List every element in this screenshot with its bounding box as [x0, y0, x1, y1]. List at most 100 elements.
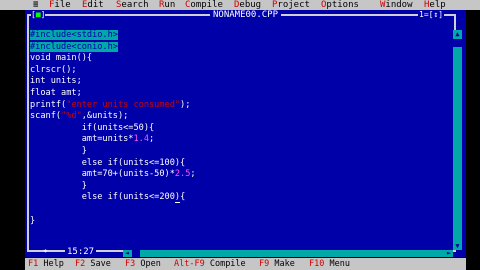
code-token: ; — [149, 134, 155, 145]
status-f1-help[interactable]: F1 Help — [28, 258, 64, 270]
code-token: else if(units<=200 — [30, 192, 175, 203]
window-title-bar: NONAME00.CPP — [25, 10, 466, 20]
code-token: #include<conio.h> — [30, 41, 118, 52]
code-token: } — [30, 145, 87, 156]
menu-search-label: earch — [121, 0, 149, 10]
cursor-position: 15:27 — [65, 247, 97, 257]
status-f2-save[interactable]: F2 Save — [75, 258, 111, 270]
code-line[interactable]: } — [30, 216, 450, 228]
code-token: void main(){ — [30, 53, 93, 64]
close-bracket-right: ] — [40, 10, 46, 19]
menu-edit-label: dit — [87, 0, 104, 10]
menu-debug[interactable]: Debug — [234, 0, 261, 10]
modified-indicator: * — [43, 248, 48, 257]
menu-file[interactable]: File — [49, 0, 71, 10]
code-line[interactable]: } — [30, 181, 450, 193]
code-line[interactable]: #include<conio.h> — [30, 41, 450, 54]
menu-file-label: ile — [54, 0, 71, 10]
menu-options-label: ptions — [326, 0, 359, 10]
code-line[interactable]: if(units<=50){ — [30, 123, 450, 135]
menu-search[interactable]: Search — [116, 0, 149, 10]
scroll-right-arrow-icon[interactable]: ► — [445, 250, 453, 257]
code-token: float amt; — [30, 87, 82, 98]
code-token: clrscr(); — [30, 64, 77, 75]
menu-compile-label: ompile — [190, 0, 223, 10]
menu-compile[interactable]: Compile — [185, 0, 223, 10]
vertical-scroll-thumb[interactable] — [453, 39, 462, 47]
status-f2-key: F2 — [75, 259, 86, 269]
code-line[interactable]: #include<stdio.h> — [30, 30, 450, 42]
status-bar: F1 Help F2 Save F3 Open Alt-F9 Compile F… — [25, 258, 466, 270]
status-altf9-compile[interactable]: Alt-F9 Compile — [174, 258, 246, 270]
status-f9-key: F9 — [259, 259, 270, 269]
code-token: #include<stdio.h> — [30, 30, 118, 40]
menu-project[interactable]: Project — [272, 0, 310, 10]
scroll-down-arrow-icon[interactable]: ▼ — [453, 242, 462, 250]
status-f10-menu[interactable]: F10 Menu — [309, 258, 350, 270]
status-f9-label: Make — [269, 259, 295, 269]
menu-options[interactable]: Options — [321, 0, 359, 10]
code-token: int units; — [30, 76, 82, 87]
menu-window-label: indow — [385, 0, 413, 10]
code-token: if(units<=50){ — [30, 122, 155, 133]
status-f3-open[interactable]: F3 Open — [125, 258, 161, 270]
menu-help-label: elp — [429, 0, 446, 10]
code-line[interactable]: clrscr(); — [30, 65, 450, 77]
code-token: } — [30, 215, 36, 226]
scroll-left-arrow-icon[interactable]: ◄ — [123, 250, 131, 257]
code-line[interactable]: } — [30, 146, 450, 158]
menu-run-label: un — [164, 0, 176, 10]
code-token: 2.5 — [174, 169, 191, 180]
status-f1-label: Help — [38, 259, 64, 269]
menu-edit[interactable]: Edit — [82, 0, 104, 10]
code-line[interactable]: int units; — [30, 76, 450, 88]
code-editor[interactable]: #include<stdio.h> #include<conio.h> void m… — [30, 30, 450, 227]
code-line[interactable]: void main(){ — [30, 53, 450, 65]
code-line[interactable] — [30, 204, 450, 216]
status-f3-label: Open — [135, 259, 161, 269]
code-token: "%d" — [61, 111, 82, 122]
code-token: } — [30, 180, 87, 191]
menu-help[interactable]: Help — [424, 0, 446, 10]
window-number-zoom-button[interactable]: 1=[↕] — [418, 10, 445, 20]
menu-window[interactable]: Window — [380, 0, 413, 10]
window-title: NONAME00.CPP — [209, 10, 282, 20]
code-token: ,&units); — [81, 111, 129, 122]
code-line[interactable]: amt=70+(units-50)*2.5; — [30, 169, 450, 181]
status-altf9-label: Compile — [204, 259, 246, 269]
vertical-scrollbar[interactable]: ▲ ▼ — [453, 30, 462, 250]
horizontal-scrollbar[interactable]: ◄ ► — [123, 250, 453, 257]
status-altf9-key: Alt-F9 — [174, 259, 205, 269]
code-line[interactable]: float amt; — [30, 88, 450, 100]
horizontal-scroll-thumb[interactable] — [132, 250, 140, 257]
status-f10-label: Menu — [324, 259, 350, 269]
code-token: printf( — [30, 99, 67, 110]
code-token: "enter units consumed" — [66, 99, 181, 110]
editor-window: NONAME00.CPP [■] 1=[↕] #include<stdio.h>… — [25, 10, 466, 257]
system-menu-icon[interactable]: ≡ — [33, 0, 38, 10]
menu-run[interactable]: Run — [159, 0, 175, 10]
code-token: amt=units* — [30, 134, 134, 145]
scroll-up-arrow-icon[interactable]: ▲ — [453, 30, 462, 38]
code-line[interactable]: else if(units<=100){ — [30, 158, 450, 170]
code-token: ); — [180, 99, 191, 110]
code-line[interactable]: scanf("%d",&units); — [30, 111, 450, 123]
code-token: amt=70+(units-50)* — [30, 169, 175, 180]
screen: ≡ File Edit Search Run Compile Debug Pro… — [0, 0, 480, 270]
code-line[interactable]: amt=units*1.4; — [30, 134, 450, 146]
status-f10-key: F10 — [309, 259, 325, 269]
code-token: ; — [190, 169, 196, 180]
code-line[interactable]: printf("enter units consumed"); — [30, 100, 450, 112]
close-button[interactable]: [■] — [31, 10, 46, 20]
status-f3-key: F3 — [125, 259, 136, 269]
menu-project-label: roject — [277, 0, 310, 10]
code-token: else if(units<=100){ — [30, 157, 186, 168]
status-f2-label: Save — [85, 259, 111, 269]
code-line[interactable]: else if(units<=200){ — [30, 192, 450, 204]
status-f1-key: F1 — [28, 259, 39, 269]
code-token: { — [180, 192, 186, 203]
menu-bar: ≡ File Edit Search Run Compile Debug Pro… — [0, 0, 480, 10]
menu-debug-label: ebug — [239, 0, 262, 10]
status-f9-make[interactable]: F9 Make — [259, 258, 295, 270]
code-token: scanf( — [30, 111, 62, 122]
